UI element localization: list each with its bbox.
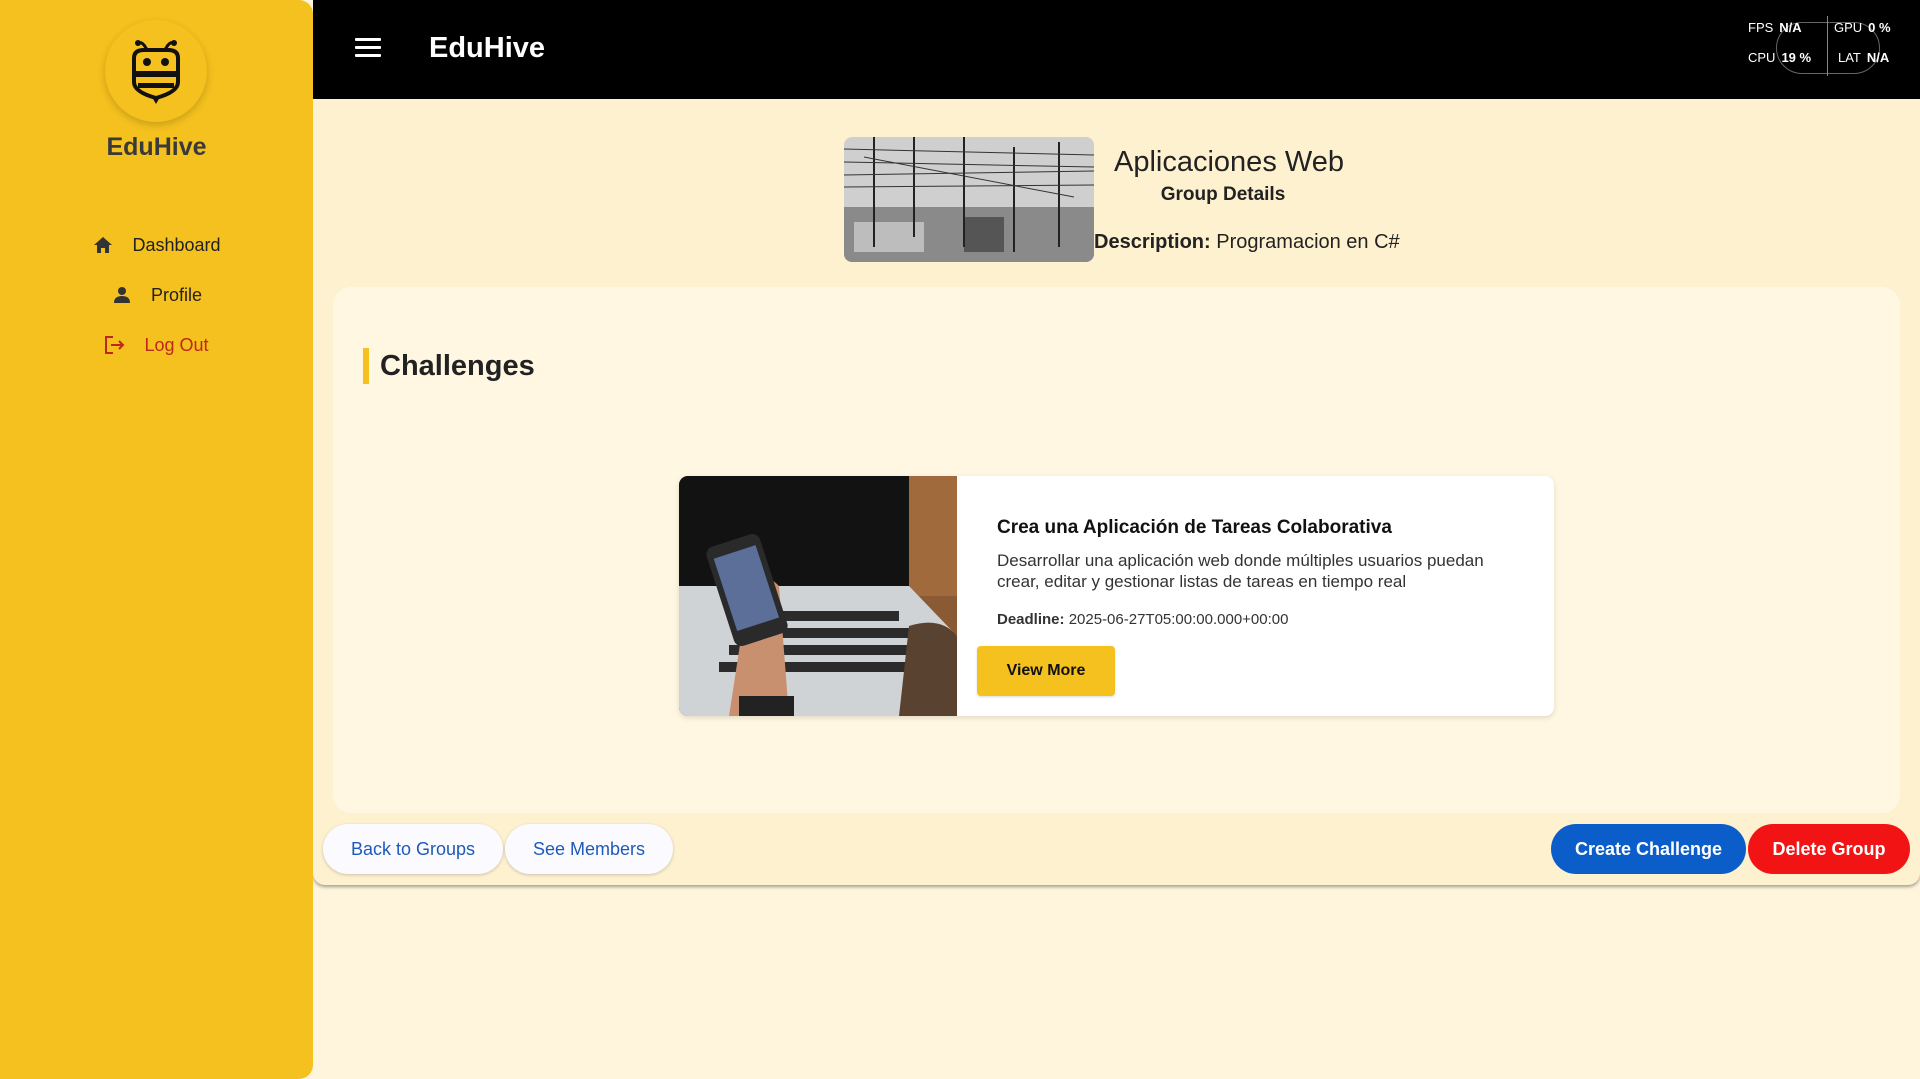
fps-readout: FPS N/A <box>1748 20 1802 35</box>
bee-logo-icon <box>105 20 207 122</box>
gpu-readout: GPU 0 % <box>1834 20 1891 35</box>
sidebar-item-label: Log Out <box>144 334 209 355</box>
sidebar-item-profile[interactable]: Profile <box>0 275 313 315</box>
cpu-readout: CPU 19 % <box>1748 50 1812 65</box>
delete-group-button[interactable]: Delete Group <box>1748 824 1910 874</box>
sidebar-brand: EduHive <box>106 133 207 161</box>
sidebar-item-label: Dashboard <box>132 234 221 255</box>
person-icon <box>111 284 133 306</box>
back-to-groups-button[interactable]: Back to Groups <box>323 824 503 874</box>
challenge-card: Crea una Aplicación de Tareas Colaborati… <box>679 476 1554 716</box>
challenge-image <box>679 476 957 716</box>
see-members-button[interactable]: See Members <box>505 824 673 874</box>
create-challenge-button[interactable]: Create Challenge <box>1551 824 1746 874</box>
top-bar: EduHive FPS N/A GPU 0 % CPU 19 % LAT N/A <box>313 0 1920 99</box>
description-value: Programacion en C# <box>1216 231 1400 253</box>
sidebar: EduHive Dashboard Profile Log Out <box>0 0 313 1079</box>
sidebar-item-logout[interactable]: Log Out <box>0 325 313 365</box>
group-title: Aplicaciones Web <box>1114 146 1344 178</box>
description-label: Description: <box>1094 231 1211 253</box>
sidebar-item-dashboard[interactable]: Dashboard <box>0 225 313 265</box>
home-icon <box>92 234 114 256</box>
view-more-button[interactable]: View More <box>977 646 1115 696</box>
challenge-title: Crea una Aplicación de Tareas Colaborati… <box>997 517 1392 538</box>
challenge-deadline: Deadline: 2025-06-27T05:00:00.000+00:00 <box>997 611 1288 628</box>
challenge-description: Desarrollar una aplicación web donde múl… <box>997 551 1484 591</box>
page-title: EduHive <box>429 32 546 64</box>
sidebar-item-label: Profile <box>150 284 203 305</box>
overlay-divider <box>1827 16 1828 76</box>
lat-readout: LAT N/A <box>1838 50 1890 65</box>
group-image <box>844 137 1094 262</box>
deadline-value: 2025-06-27T05:00:00.000+00:00 <box>1068 611 1289 628</box>
challenges-heading: Challenges <box>363 348 535 384</box>
deadline-label: Deadline: <box>997 611 1065 628</box>
group-description: Description: Programacion en C# <box>1094 231 1400 254</box>
group-subtitle: Group Details <box>1160 184 1286 205</box>
performance-overlay: FPS N/A GPU 0 % CPU 19 % LAT N/A <box>1748 14 1908 78</box>
menu-icon[interactable] <box>355 38 381 60</box>
logout-icon <box>104 334 126 356</box>
